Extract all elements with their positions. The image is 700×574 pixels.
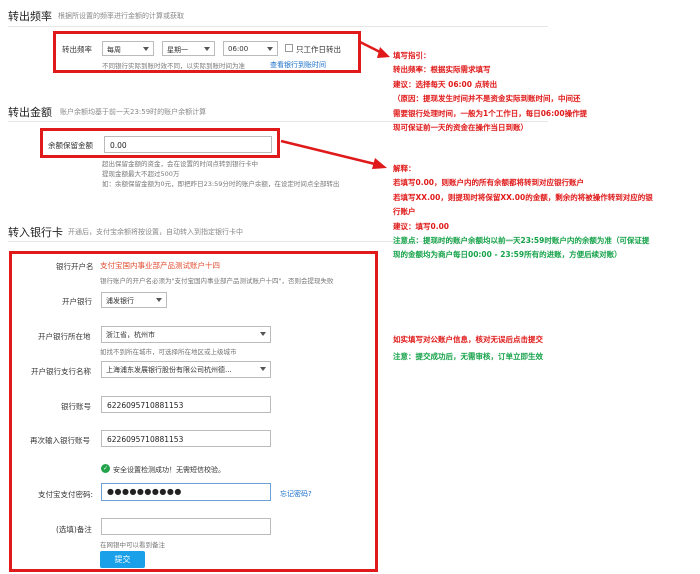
freq-section-desc: 根据所设置的频率进行金额的计算或获取	[58, 12, 184, 20]
time-select-value: 06:00	[228, 45, 249, 53]
amount-annotation-line: 解释：	[393, 164, 416, 173]
workday-checkbox[interactable]	[285, 44, 293, 52]
chevron-down-icon	[156, 298, 162, 302]
remark-note: 在网银中可以看到备注	[100, 541, 165, 549]
time-select[interactable]: 06:00	[223, 41, 278, 56]
arrow-icon	[280, 139, 387, 169]
freq-annotation-line: 建议：选择每天 06:00 点转出	[393, 79, 498, 89]
remark-input[interactable]	[101, 518, 271, 535]
chevron-down-icon	[143, 47, 149, 51]
bank-label: 开户银行	[62, 297, 92, 306]
amount-note-3: 如：余额保留金额为0元，即把昨日23:59分时的账户余额，在设定时间点全部转出	[102, 180, 340, 188]
bank-section-desc: 开通后，支付宝余额将按设置，自动转入到指定银行卡中	[68, 228, 243, 236]
freq-annotation-line: 需要银行处理时间，一般为1个工作日，每日06:00操作提	[393, 108, 588, 118]
bank-select[interactable]: 浦发银行	[101, 292, 167, 308]
frequency-select-value: 每周	[107, 46, 121, 54]
bank-select-value: 浦发银行	[106, 297, 134, 305]
chevron-down-icon	[260, 367, 266, 371]
account-number-label: 银行账号	[61, 402, 91, 411]
amount-note-2: 提现金额最大不超过500万	[102, 170, 180, 178]
amount-annotation-line: 若填写0.00，则账户内的所有余额都将转到对应银行账户	[393, 178, 585, 188]
amount-annotation-line: 建议：填写0.00	[393, 221, 450, 231]
submit-button[interactable]: 提交	[100, 551, 145, 568]
chevron-down-icon	[260, 332, 266, 336]
check-circle-icon: ✓	[101, 464, 110, 473]
payment-password-input[interactable]: ●●●●●●●●●●	[101, 483, 271, 501]
freq-note: 不同银行实际到账时效不同，以实际到账时间为准	[102, 62, 245, 70]
location-note: 如找不到所在城市，可选择所在地区或上级城市	[100, 348, 237, 356]
bank-annotation: 如实填写对公账户信息，核对无误后点击提交	[393, 335, 543, 344]
divider	[8, 26, 548, 27]
weekday-select-value: 星期一	[167, 46, 188, 54]
location-select-value: 浙江省，杭州市	[106, 331, 155, 339]
amount-annotation-line: 若填写XX.00，则提现时将保留XX.00的金额，剩余的将被操作转到对应的银	[393, 192, 653, 202]
bank-arrival-time-link[interactable]: 查看银行到账时间	[270, 60, 326, 70]
security-check-message: 安全设置检测成功！无需短信校验。	[113, 466, 225, 474]
remark-label: (选填)备注	[56, 525, 92, 534]
amount-section-desc: 账户余额均基于前一天23:59时的账户余额计算	[60, 108, 207, 116]
location-select[interactable]: 浙江省，杭州市	[101, 326, 271, 343]
frequency-select[interactable]: 每周	[102, 41, 154, 56]
chevron-down-icon	[204, 47, 210, 51]
password-label: 支付宝支付密码:	[38, 490, 94, 499]
account-confirm-label: 再次输入银行账号	[30, 436, 90, 445]
account-number-input[interactable]: 6226095710881153	[101, 396, 271, 413]
freq-annotation: 填写指引： 转出频率：根据实际需求填写 建议：选择每天 06:00 点转出 （原…	[393, 49, 587, 135]
workday-checkbox-label: 只工作日转出	[296, 45, 341, 54]
freq-annotation-line: 填写指引：	[393, 51, 431, 60]
freq-annotation-line: 转出频率：根据实际需求填写	[393, 65, 491, 75]
reserve-amount-input[interactable]: 0.00	[104, 136, 272, 153]
weekday-select[interactable]: 星期一	[162, 41, 215, 56]
amount-annotation-line: 行账户	[393, 207, 416, 217]
account-name-label: 银行开户名	[56, 262, 94, 271]
amount-section-title: 转出金额	[8, 106, 52, 119]
freq-section-title: 转出频率	[8, 10, 52, 23]
bank-annotation-note: 注意：提交成功后，无需审核，订单立即生效	[393, 352, 543, 361]
amount-note-line: 现的金额均为商户每日00:00 - 23:59所有的进账，方便后续对账）	[393, 250, 622, 260]
amount-label: 余额保留金额	[48, 141, 93, 150]
chevron-down-icon	[267, 47, 273, 51]
location-label: 开户银行所在地	[38, 332, 91, 341]
amount-annotation: 解释： 若填写0.00，则账户内的所有余额都将转到对应银行账户 若填写XX.00…	[393, 162, 653, 263]
amount-note-line: 注意点：提现时的账户余额均以前一天23:59时账户内的余额为准（可保证提	[393, 236, 650, 246]
forgot-password-link[interactable]: 忘记密码?	[280, 489, 312, 499]
account-name-note: 银行账户的开户名必须为"支付宝国内事业部产品测试账户十四"，否则会提现失败	[100, 277, 334, 285]
account-confirm-input[interactable]: 6226095710881153	[101, 430, 271, 447]
freq-label: 转出频率	[62, 45, 92, 54]
branch-select-value: 上海浦东发展银行股份有限公司杭州德...	[106, 366, 232, 374]
branch-select[interactable]: 上海浦东发展银行股份有限公司杭州德...	[101, 361, 271, 378]
freq-annotation-line: （原因：提现发生时间并不是资金实际到账时间，中间还	[393, 94, 581, 104]
freq-annotation-line: 现可保证前一天的资金在操作当日到账）	[393, 123, 528, 133]
bank-section-title: 转入银行卡	[8, 226, 63, 239]
arrow-icon	[359, 40, 390, 58]
branch-label: 开户银行支行名称	[31, 367, 91, 376]
account-name-value: 支付宝国内事业部产品测试账户十四	[100, 261, 220, 270]
amount-note-1: 超出保留金额的资金，会在设置的时间点转到银行卡中	[102, 160, 258, 168]
